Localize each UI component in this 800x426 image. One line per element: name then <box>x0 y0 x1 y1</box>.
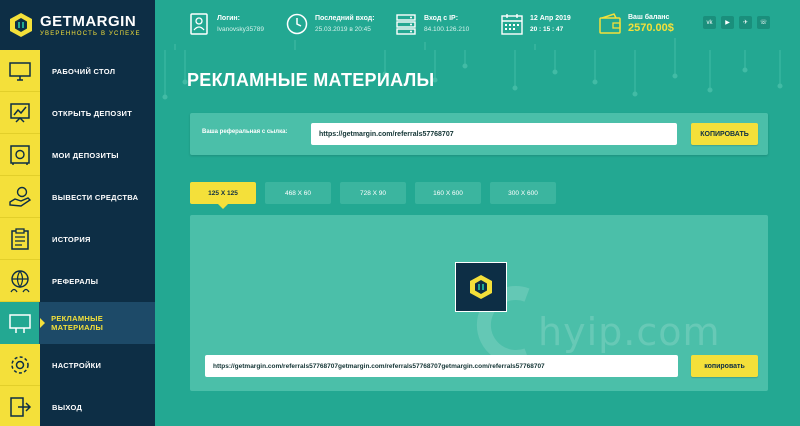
sidebar-item-referrals[interactable]: РЕФЕРАЛЫ <box>0 260 155 302</box>
copy-banner-button[interactable]: копировать <box>691 355 758 377</box>
gear-icon <box>0 344 40 386</box>
login-label: Логин: <box>217 15 240 22</box>
brand-name: GETMARGIN <box>40 13 137 30</box>
clipboard-icon <box>0 218 40 260</box>
sidebar-item-withdraw[interactable]: ВЫВЕСТИ СРЕДСТВА <box>0 176 155 218</box>
sidebar-item-settings[interactable]: НАСТРОЙКИ <box>0 344 155 386</box>
sidebar-item-my-deposits[interactable]: МОИ ДЕПОЗИТЫ <box>0 134 155 176</box>
tab-160x600[interactable]: 160 X 600 <box>415 182 481 204</box>
tab-300x600[interactable]: 300 X 600 <box>490 182 556 204</box>
brand-logo[interactable]: GETMARGIN УВЕРЕННОСТЬ В УСПЕХЕ <box>0 0 155 50</box>
vk-icon[interactable]: vk <box>703 16 716 29</box>
skype-icon[interactable]: ☏ <box>757 16 770 29</box>
balance-value: 2570.00$ <box>628 22 674 34</box>
telegram-icon[interactable]: ✈ <box>739 16 752 29</box>
tab-125x125[interactable]: 125 X 125 <box>190 182 256 209</box>
logo-mark-icon <box>10 13 32 37</box>
sidebar: РАБОЧИЙ СТОЛ ОТКРЫТЬ ДЕПОЗИТ МОИ ДЕПОЗИТ… <box>0 50 155 426</box>
safe-icon <box>0 134 40 176</box>
copy-referral-button[interactable]: КОПИРОВАТЬ <box>691 123 758 145</box>
tab-728x90[interactable]: 728 X 90 <box>340 182 406 204</box>
sidebar-item-label: НАСТРОЙКИ <box>52 360 102 370</box>
server-icon <box>396 14 416 35</box>
sidebar-item-dashboard[interactable]: РАБОЧИЙ СТОЛ <box>0 50 155 92</box>
active-arrow-icon <box>40 318 45 328</box>
banner-code-field[interactable]: https://getmargin.com/referrals57768707g… <box>205 355 678 377</box>
sidebar-item-label: ВЫХОД <box>52 402 83 412</box>
sidebar-item-label: МОИ ДЕПОЗИТЫ <box>52 150 119 160</box>
ip-label: Вход с IP: <box>424 15 459 22</box>
ip-value: 84.100.126.210 <box>424 26 470 33</box>
sidebar-item-label: РЕКЛАМНЫЕ МАТЕРИАЛЫ <box>51 314 104 332</box>
last-login-value: 25.03.2019 в 20:45 <box>315 26 371 33</box>
sidebar-item-label: РАБОЧИЙ СТОЛ <box>52 66 116 76</box>
sidebar-item-history[interactable]: ИСТОРИЯ <box>0 218 155 260</box>
sidebar-item-logout[interactable]: ВЫХОД <box>0 386 155 426</box>
ip-info: Вход с IP: 84.100.126.210 <box>394 12 469 36</box>
date-label: 12 Апр 2019 <box>530 15 571 22</box>
billboard-icon <box>0 302 40 344</box>
tab-468x60[interactable]: 468 X 60 <box>265 182 331 204</box>
globe-users-icon <box>0 260 40 302</box>
banner-preview-image[interactable] <box>455 262 507 312</box>
wallet-icon <box>599 13 621 34</box>
brand-tagline: УВЕРЕННОСТЬ В УСПЕХЕ <box>40 31 141 37</box>
user-card-icon <box>190 13 208 35</box>
sidebar-item-open-deposit[interactable]: ОТКРЫТЬ ДЕПОЗИТ <box>0 92 155 134</box>
hand-coin-icon <box>0 176 40 218</box>
login-value: Ivanovsky35789 <box>217 26 264 33</box>
balance-label: Ваш баланс <box>628 14 670 21</box>
youtube-icon[interactable]: ▶ <box>721 16 734 29</box>
calendar-icon <box>501 14 523 35</box>
date-info: 12 Апр 2019 20 : 15 : 47 <box>500 12 571 36</box>
clock-icon <box>286 13 308 35</box>
monitor-icon <box>0 50 40 92</box>
sidebar-item-label: РЕФЕРАЛЫ <box>52 276 99 286</box>
last-login-label: Последний вход: <box>315 15 375 22</box>
last-login-info: Последний вход: 25.03.2019 в 20:45 <box>285 12 375 36</box>
chart-board-icon <box>0 92 40 134</box>
balance-info: Ваш баланс 2570.00$ <box>598 12 674 36</box>
referral-link-field[interactable]: https://getmargin.com/referrals57768707 <box>311 123 677 145</box>
banner-logo-icon <box>470 275 492 299</box>
sidebar-item-label: ВЫВЕСТИ СРЕДСТВА <box>52 192 139 202</box>
sidebar-item-label: ИСТОРИЯ <box>52 234 91 244</box>
time-value: 20 : 15 : 47 <box>530 26 564 33</box>
page-title: РЕКЛАМНЫЕ МАТЕРИАЛЫ <box>187 70 435 90</box>
login-info: Логин: Ivanovsky35789 <box>187 12 264 36</box>
watermark-text: hyip.com <box>538 310 721 354</box>
sidebar-item-ad-materials[interactable]: РЕКЛАМНЫЕ МАТЕРИАЛЫ <box>0 302 155 344</box>
exit-icon <box>0 386 40 426</box>
referral-link-label: Ваша реферальная с сылка: <box>202 129 288 135</box>
sidebar-item-label: ОТКРЫТЬ ДЕПОЗИТ <box>52 108 133 118</box>
